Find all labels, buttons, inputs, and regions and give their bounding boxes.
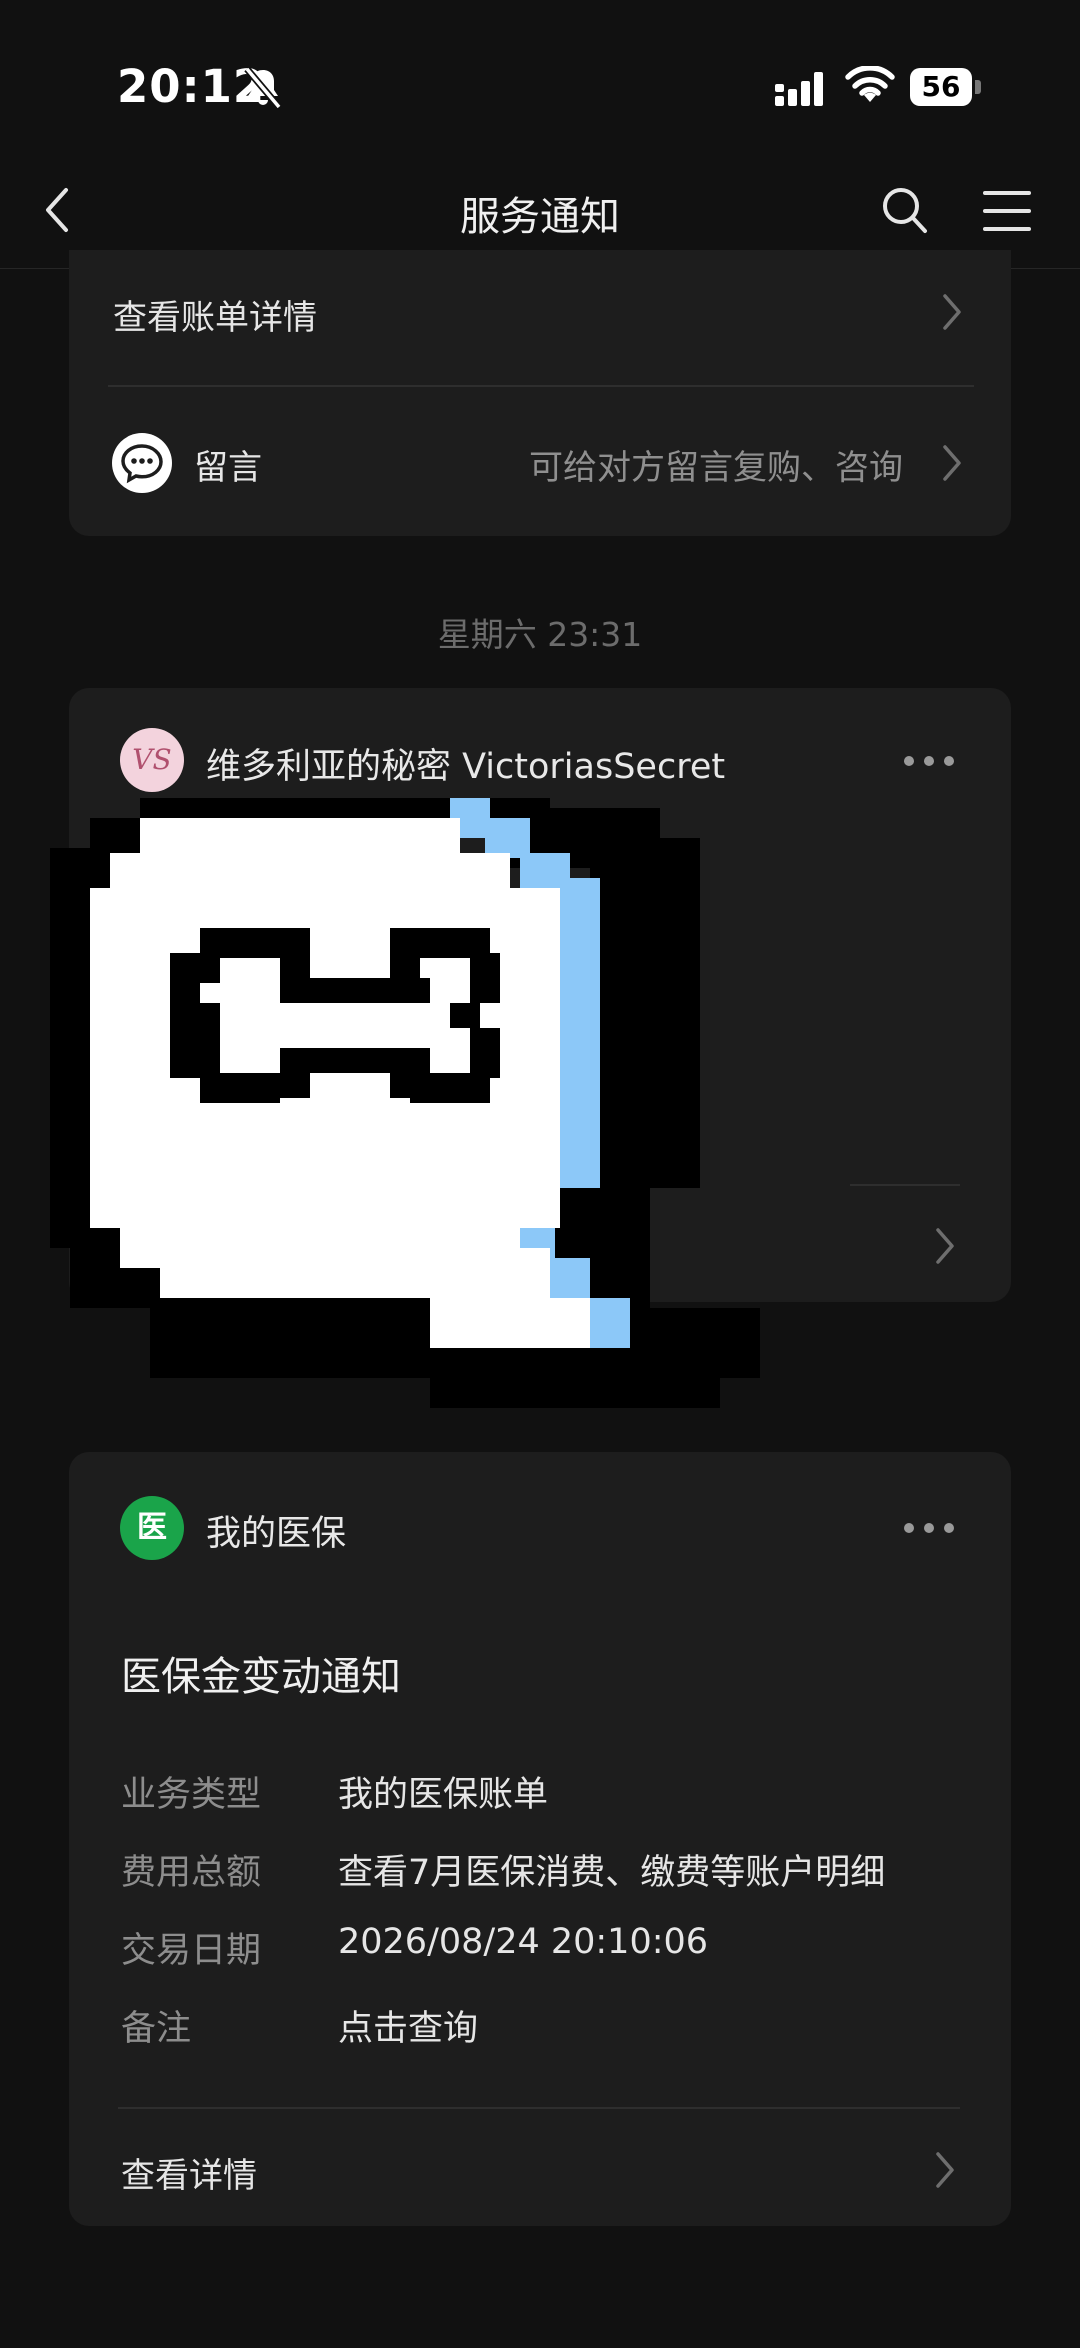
message-timestamp: 星期六 23:31 (437, 615, 643, 654)
field-value-total-fee: 查看7月医保消费、缴费等账户明细 (338, 1853, 886, 1893)
notice-title: 医保金变动通知 (121, 1654, 401, 1700)
menu-icon[interactable] (982, 188, 1032, 234)
more-options-icon[interactable] (902, 754, 956, 768)
field-value-note: 点击查询 (338, 2009, 479, 2049)
message-bubble-icon (112, 433, 172, 493)
avatar: 医 (120, 1496, 184, 1560)
field-value-business-type: 我的医保账单 (338, 1775, 549, 1815)
chevron-right-icon (936, 2152, 954, 2188)
sender-name: 我的医保 (206, 1514, 347, 1554)
battery-icon: 56 (910, 68, 982, 106)
bell-slash-icon (244, 66, 282, 110)
field-value-transaction-date: 2026/08/24 20:10:06 (338, 1922, 709, 1962)
card-divider (118, 2107, 960, 2109)
cellular-signal-icon (775, 72, 823, 106)
card-divider (108, 385, 974, 387)
field-label-note: 备注 (121, 2009, 192, 2049)
pixel-speech-bubble-bone-sticker (50, 798, 760, 1408)
message-label[interactable]: 留言 (194, 440, 262, 489)
view-bill-details-link[interactable]: 查看账单详情 (113, 290, 317, 339)
search-icon[interactable] (880, 184, 930, 236)
chevron-right-icon (936, 1228, 954, 1264)
field-label-transaction-date: 交易日期 (121, 1931, 262, 1971)
field-label-total-fee: 费用总额 (121, 1853, 262, 1893)
message-hint[interactable]: 可给对方留言复购、咨询 (529, 440, 903, 489)
wifi-icon (845, 66, 895, 102)
medical-insurance-card[interactable] (69, 1452, 1011, 2226)
chevron-right-icon (943, 445, 961, 481)
chevron-right-icon (943, 294, 961, 330)
more-options-icon[interactable] (902, 1521, 956, 1535)
view-details-link[interactable]: 查看详情 (121, 2148, 257, 2197)
battery-level: 56 (921, 70, 961, 103)
field-label-business-type: 业务类型 (121, 1775, 262, 1815)
